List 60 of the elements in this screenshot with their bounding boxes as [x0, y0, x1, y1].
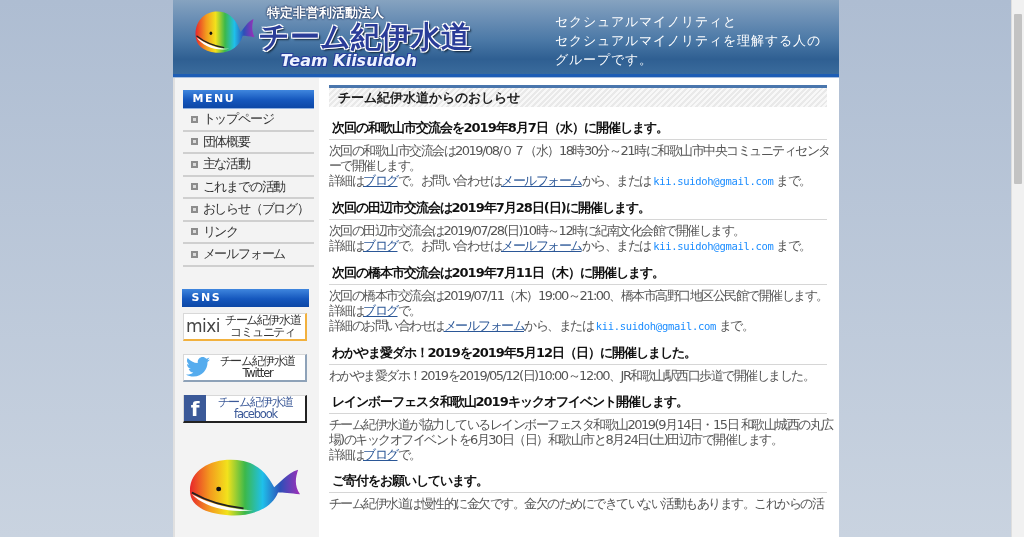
menu-item[interactable]: トップページ — [182, 109, 314, 132]
twitter-banner-link[interactable]: チーム紀伊水道 Twitter — [183, 353, 307, 382]
square-bullet-icon — [190, 205, 198, 213]
news-text: わかやま愛ダホ！2019を2019/05/12(日)10:00～12:00、JR和歌山駅西口歩道で開催しました。 — [328, 368, 816, 383]
banner-title: チーム紀伊水道 — [219, 355, 296, 367]
square-bullet-icon — [190, 228, 198, 236]
news-heading: わかやま愛ダホ！2019を2019年5月12日（日）に開催しました。 — [328, 345, 827, 365]
news-heading: 次回の田辺市交流会は2019年7月28日(日)に開催します。 — [328, 200, 827, 220]
scrollbar-thumb[interactable] — [1014, 14, 1022, 184]
news-heading: 次回の橋本市交流会は2019年7月11日（木）に開催します。 — [328, 265, 827, 285]
square-bullet-icon — [190, 160, 198, 168]
text-link[interactable]: メールフォーム — [443, 318, 524, 333]
news-text: 次回の田辺市交流会は2019/07/28(日)10時～12時に紀南文化会館で開催します。 — [328, 223, 746, 238]
text-link[interactable]: メールフォーム — [501, 173, 582, 188]
facebook-banner-link[interactable]: f チーム紀伊水道 facebook — [183, 394, 307, 423]
news-heading: レインボーフェスタ和歌山2019キックオフイベント開催します。 — [328, 394, 827, 414]
org-type-label: 特定非営利活動法人 — [266, 5, 384, 21]
text-link[interactable]: ブログ — [363, 238, 398, 253]
banner-title: チーム紀伊水道 — [224, 314, 301, 326]
menu-item[interactable]: メールフォーム — [182, 244, 314, 267]
banner-title: チーム紀伊水道 — [217, 396, 294, 408]
f-logo: f — [184, 395, 206, 421]
banner-subtitle: Twitter — [242, 367, 273, 379]
section-title: チーム紀伊水道からのおしらせ — [328, 85, 827, 107]
text-link[interactable]: メールフォーム — [501, 238, 582, 253]
bird-icon — [186, 357, 210, 377]
tagline: セクシュアルマイノリティを理解する人の — [554, 32, 821, 50]
banner-subtitle: コミュニティ — [230, 326, 295, 338]
square-bullet-icon — [190, 115, 198, 123]
news-text: 詳細はブログで。お問い合わせはメールフォームから、または kii.suidoh@gmail.com まで。 — [328, 173, 812, 189]
tagline: グループです。 — [554, 51, 653, 69]
mixi-logo: mixi — [186, 315, 221, 337]
news-text: 詳細はブログで。 — [328, 447, 422, 462]
text-link[interactable]: ブログ — [363, 303, 398, 318]
site-name-roman: Team Kiisuidoh — [280, 52, 417, 70]
sns-heading: SNS — [181, 288, 309, 307]
news-heading: 次回の和歌山市交流会を2019年8月7日（水）に開催します。 — [328, 120, 827, 140]
news-text: 詳細のお問い合わせはメールフォームから、または kii.suidoh@gmail.com まで。 — [328, 318, 755, 334]
menu-item[interactable]: リンク — [182, 221, 314, 244]
menu-heading: MENU — [182, 90, 314, 109]
email-link[interactable]: kii.suidoh@gmail.com — [595, 320, 717, 332]
text-link[interactable]: ブログ — [363, 173, 398, 188]
square-bullet-icon — [190, 138, 198, 146]
news-heading: ご寄付をお願いしています。 — [328, 473, 827, 493]
menu-item[interactable]: おしらせ（ブログ） — [182, 199, 314, 222]
menu-item[interactable]: 主な活動 — [182, 154, 314, 177]
news-text: 次回の和歌山市交流会は2019/08/０７（水）18時30分～21時に和歌山市中央コミュニティセンターで開催します。 — [328, 143, 831, 173]
text-link[interactable]: ブログ — [363, 447, 398, 462]
menu-item[interactable]: これまでの活動 — [182, 176, 314, 199]
banner-subtitle: facebook — [234, 408, 277, 420]
site-name: チーム紀伊水道 — [258, 21, 471, 52]
news-text: チーム紀伊水道は慢性的に金欠です。金欠のためにできていない活動もあります。これからの活 — [328, 496, 825, 511]
scrollbar[interactable] — [1011, 0, 1024, 537]
news-text: チーム紀伊水道が協力しているレインボーフェスタ和歌山2019(9月14日・15日 和歌山城西の丸広場)のキックオフイベントを6月30日（日）和歌山市と8月24日(土)田辺市で開催します。 — [328, 417, 835, 447]
news-text: 詳細はブログで。お問い合わせはメールフォームから、または kii.suidoh@gmail.com まで。 — [328, 238, 812, 254]
tagline: セクシュアルマイノリティと — [554, 13, 737, 31]
square-bullet-icon — [190, 183, 198, 191]
square-bullet-icon — [190, 250, 198, 258]
news-text: 次回の橋本市交流会は2019/07/11（木）19:00～21:00、橋本市高野口地区公民館で開催します。詳細はブログで。 — [328, 288, 829, 318]
menu-item[interactable]: 団体概要 — [182, 131, 314, 154]
